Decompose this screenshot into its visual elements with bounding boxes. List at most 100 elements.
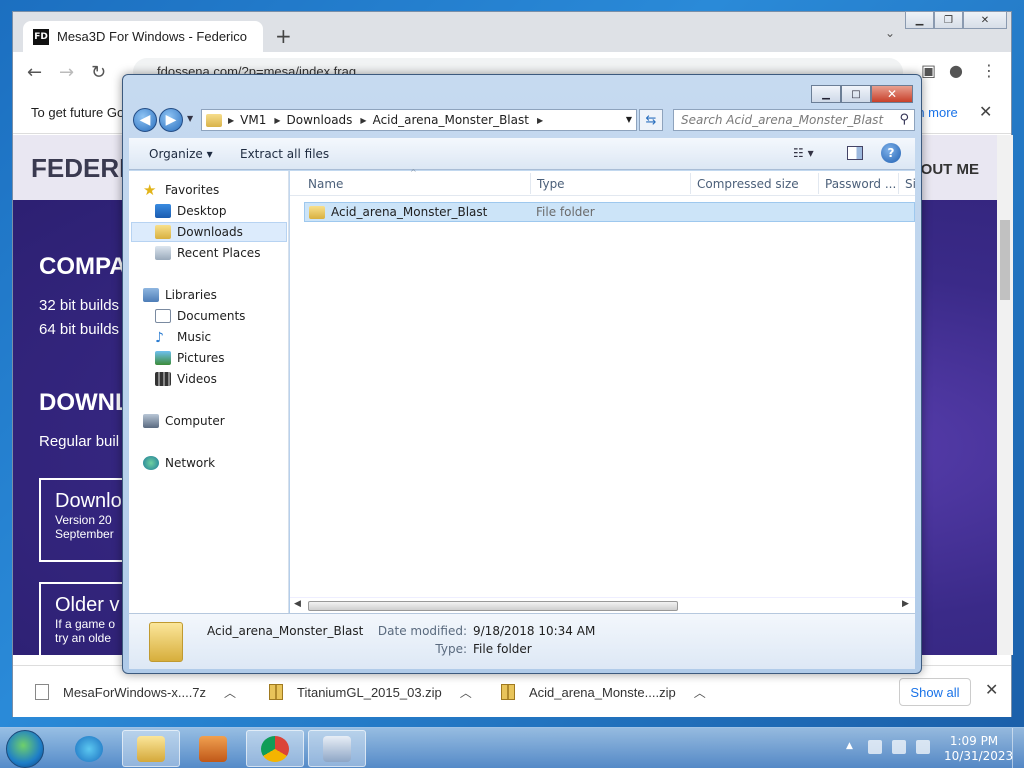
nav-item-network[interactable]: Network xyxy=(143,453,301,473)
desktop-icon xyxy=(155,204,171,218)
system-clock[interactable]: 1:09 PM 10/31/2023 xyxy=(944,734,1013,764)
info-bar-close-icon[interactable]: ✕ xyxy=(979,102,992,122)
new-tab-button[interactable]: + xyxy=(275,24,292,48)
reload-icon[interactable]: ↻ xyxy=(91,62,106,83)
column-compressed-size[interactable]: Compressed size xyxy=(697,177,799,191)
explorer-window-controls: ▁ □ ✕ xyxy=(811,85,913,103)
back-button[interactable]: ◀ xyxy=(133,108,157,132)
nav-item-label: Recent Places xyxy=(177,246,261,260)
column-divider[interactable] xyxy=(530,173,531,194)
action-center-flag-icon[interactable] xyxy=(868,740,882,754)
nav-item-recent-places[interactable]: Recent Places xyxy=(155,243,287,263)
column-divider[interactable] xyxy=(818,173,819,194)
chevron-up-icon[interactable]: ︿ xyxy=(460,684,472,701)
details-modified-label: Date modified: xyxy=(377,624,467,638)
extract-all-button[interactable]: Extract all files xyxy=(240,147,329,161)
view-options-icon[interactable]: ☷ ▾ xyxy=(793,146,814,160)
page-scrollbar-thumb[interactable] xyxy=(1000,220,1010,300)
taskbar-file-explorer[interactable] xyxy=(122,730,180,767)
preview-pane-icon[interactable] xyxy=(847,146,863,160)
chrome-icon xyxy=(261,735,289,762)
nav-item-downloads[interactable]: Downloads xyxy=(131,222,287,242)
nav-item-computer[interactable]: Computer xyxy=(143,411,301,431)
column-type[interactable]: Type xyxy=(537,177,565,191)
column-name[interactable]: Name xyxy=(308,177,343,191)
breadcrumb[interactable]: ▶ VM1 ▶ Downloads ▶ Acid_arena_Monster_B… xyxy=(201,109,637,131)
breadcrumb-item-vm1[interactable]: VM1 xyxy=(240,113,266,127)
nav-item-label: Computer xyxy=(165,414,225,428)
back-arrow-icon[interactable]: ← xyxy=(27,62,42,83)
explorer-minimize-button[interactable]: ▁ xyxy=(811,85,841,103)
horizontal-scrollbar[interactable]: ◀ ▶ xyxy=(290,597,915,613)
star-icon: ★ xyxy=(143,181,157,199)
network-tray-icon[interactable] xyxy=(892,740,906,754)
taskbar-on-screen-keyboard[interactable] xyxy=(308,730,366,767)
side-panel-icon[interactable]: ▣ xyxy=(921,61,936,80)
chevron-right-icon[interactable]: ▶ xyxy=(274,116,280,125)
column-header: ^ Name Type Compressed size Password ...… xyxy=(290,168,916,196)
explorer-close-button[interactable]: ✕ xyxy=(871,85,913,103)
close-window-button[interactable]: ✕ xyxy=(963,11,1007,29)
table-row[interactable]: Acid_arena_Monster_Blast File folder xyxy=(304,202,915,222)
page-scrollbar[interactable] xyxy=(997,135,1013,655)
sort-ascending-icon: ^ xyxy=(410,168,417,177)
recent-pages-dropdown-icon[interactable]: ▼ xyxy=(187,114,193,123)
section-heading-download: DOWNL xyxy=(39,389,130,416)
explorer-maximize-button[interactable]: □ xyxy=(841,85,871,103)
menu-kebab-icon[interactable]: ⋮ xyxy=(981,61,997,80)
browser-tab[interactable]: FD Mesa3D For Windows - Federico xyxy=(23,21,263,52)
nav-item-music[interactable]: ♪ Music xyxy=(155,327,287,347)
show-hidden-icons-icon[interactable]: ▲ xyxy=(846,741,853,751)
breadcrumb-item-current-folder[interactable]: Acid_arena_Monster_Blast xyxy=(373,113,529,127)
forward-arrow-icon[interactable]: → xyxy=(59,62,74,83)
taskbar-internet-explorer[interactable] xyxy=(60,730,118,767)
nav-item-libraries[interactable]: Libraries xyxy=(143,285,301,305)
chevron-up-icon[interactable]: ︿ xyxy=(694,684,706,701)
chevron-right-icon[interactable]: ▶ xyxy=(537,116,543,125)
help-icon[interactable]: ? xyxy=(881,143,901,163)
search-input[interactable]: Search Acid_arena_Monster_Blast ⚲ xyxy=(673,109,915,131)
nav-item-documents[interactable]: Documents xyxy=(155,306,287,326)
column-divider[interactable] xyxy=(898,173,899,194)
search-icon[interactable]: ⚲ xyxy=(899,112,909,127)
show-desktop-button[interactable] xyxy=(1012,728,1024,768)
column-divider[interactable] xyxy=(690,173,691,194)
volume-muted-icon[interactable] xyxy=(916,740,930,754)
nav-about-link[interactable]: OUT ME xyxy=(921,161,979,178)
address-dropdown-icon[interactable]: ▼ xyxy=(626,115,632,124)
taskbar-media-player[interactable] xyxy=(184,730,242,767)
taskbar-chrome[interactable] xyxy=(246,730,304,767)
column-size[interactable]: Si xyxy=(905,177,916,191)
zip-file-icon xyxy=(269,684,283,700)
computer-icon xyxy=(143,414,159,428)
downloads-bar-close-icon[interactable]: ✕ xyxy=(985,680,998,699)
nav-item-videos[interactable]: Videos xyxy=(155,369,287,389)
column-password[interactable]: Password ... xyxy=(825,177,896,191)
network-icon xyxy=(143,456,159,470)
maximize-button[interactable]: ❐ xyxy=(934,11,963,29)
refresh-button[interactable]: ⇆ xyxy=(639,109,663,131)
nav-item-pictures[interactable]: Pictures xyxy=(155,348,287,368)
search-placeholder: Search Acid_arena_Monster_Blast xyxy=(681,113,884,127)
scroll-right-arrow-icon[interactable]: ▶ xyxy=(902,599,909,609)
tab-search-icon[interactable]: ⌄ xyxy=(885,26,895,40)
forward-button[interactable]: ▶ xyxy=(159,108,183,132)
show-all-downloads-button[interactable]: Show all xyxy=(899,678,971,706)
horizontal-scrollbar-thumb[interactable] xyxy=(308,601,678,611)
chevron-right-icon[interactable]: ▶ xyxy=(360,116,366,125)
scroll-left-arrow-icon[interactable]: ◀ xyxy=(294,599,301,609)
chevron-up-icon[interactable]: ︿ xyxy=(224,684,236,701)
tab-strip: FD Mesa3D For Windows - Federico + ⌄ ▁ ❐… xyxy=(13,11,1011,52)
videos-film-icon xyxy=(155,372,171,386)
large-folder-icon xyxy=(149,622,183,662)
chevron-right-icon[interactable]: ▶ xyxy=(228,116,234,125)
tab-title: Mesa3D For Windows - Federico xyxy=(57,29,247,44)
organize-button[interactable]: Organize ▾ xyxy=(149,147,213,161)
minimize-button[interactable]: ▁ xyxy=(905,11,934,29)
nav-item-desktop[interactable]: Desktop xyxy=(155,201,287,221)
profile-avatar-icon[interactable]: ● xyxy=(949,61,963,80)
compat-line-64bit: 64 bit builds xyxy=(39,321,120,338)
nav-item-favorites[interactable]: ★ Favorites xyxy=(143,180,301,200)
start-button-icon[interactable] xyxy=(6,730,44,768)
breadcrumb-item-downloads[interactable]: Downloads xyxy=(287,113,353,127)
